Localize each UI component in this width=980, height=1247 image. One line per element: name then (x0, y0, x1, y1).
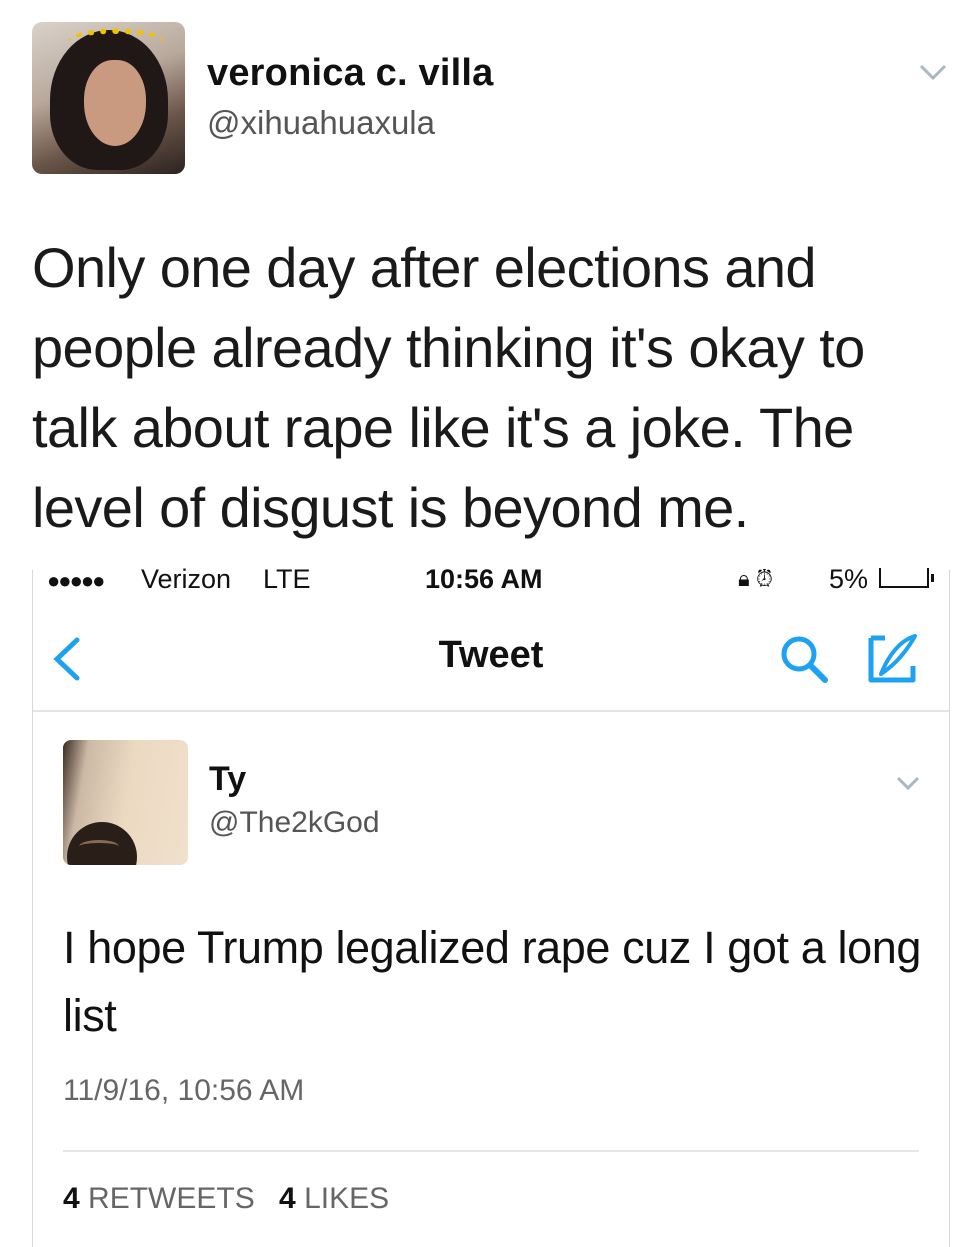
chevron-down-icon[interactable] (918, 62, 948, 82)
battery-percent: 5% (829, 564, 869, 594)
retweets-stat[interactable]: 4 RETWEETS (63, 1182, 255, 1216)
nav-bar: Tweet (33, 612, 949, 712)
likes-label: LIKES (304, 1182, 390, 1215)
retweets-count: 4 (63, 1182, 80, 1215)
likes-count: 4 (279, 1182, 296, 1215)
tweet-stats: 4 RETWEETS 4 LIKES (63, 1182, 405, 1216)
likes-stat[interactable]: 4 LIKES (279, 1182, 389, 1216)
signal-icon: ●●●●● (47, 568, 105, 593)
author-handle[interactable]: @The2kGod (209, 806, 380, 840)
author-name[interactable]: veronica c. villa (207, 52, 493, 95)
embedded-screenshot: ●●●●● Verizon LTE 10:56 AM 🔒︎ ⏰︎ 5% Twee… (32, 564, 950, 1247)
author-name[interactable]: Ty (209, 760, 246, 799)
status-bar: ●●●●● Verizon LTE 10:56 AM 🔒︎ ⏰︎ 5% (33, 564, 949, 594)
avatar-eyes (79, 840, 119, 853)
retweets-label: RETWEETS (88, 1182, 255, 1215)
avatar[interactable] (32, 22, 185, 174)
battery-icon (879, 568, 929, 588)
network-label: LTE (263, 564, 311, 594)
chevron-down-icon[interactable] (895, 774, 921, 792)
status-time: 10:56 AM (425, 564, 543, 594)
avatar-face (84, 60, 146, 146)
lock-alarm-icon: 🔒︎ ⏰︎ (738, 566, 773, 591)
author-handle[interactable]: @xihuahuaxula (207, 104, 435, 142)
tweet-text: I hope Trump legalized rape cuz I got a … (63, 922, 921, 1041)
tweet-timestamp: 11/9/16, 10:56 AM (63, 1074, 305, 1107)
avatar-filter-crown (68, 28, 164, 56)
carrier-label: Verizon (141, 564, 232, 594)
divider (63, 1150, 919, 1152)
tweet-text: Only one day after elections and people … (32, 236, 865, 539)
search-icon[interactable] (777, 632, 831, 686)
battery-tip (931, 574, 934, 582)
avatar[interactable] (63, 740, 188, 865)
compose-icon[interactable] (863, 632, 921, 686)
